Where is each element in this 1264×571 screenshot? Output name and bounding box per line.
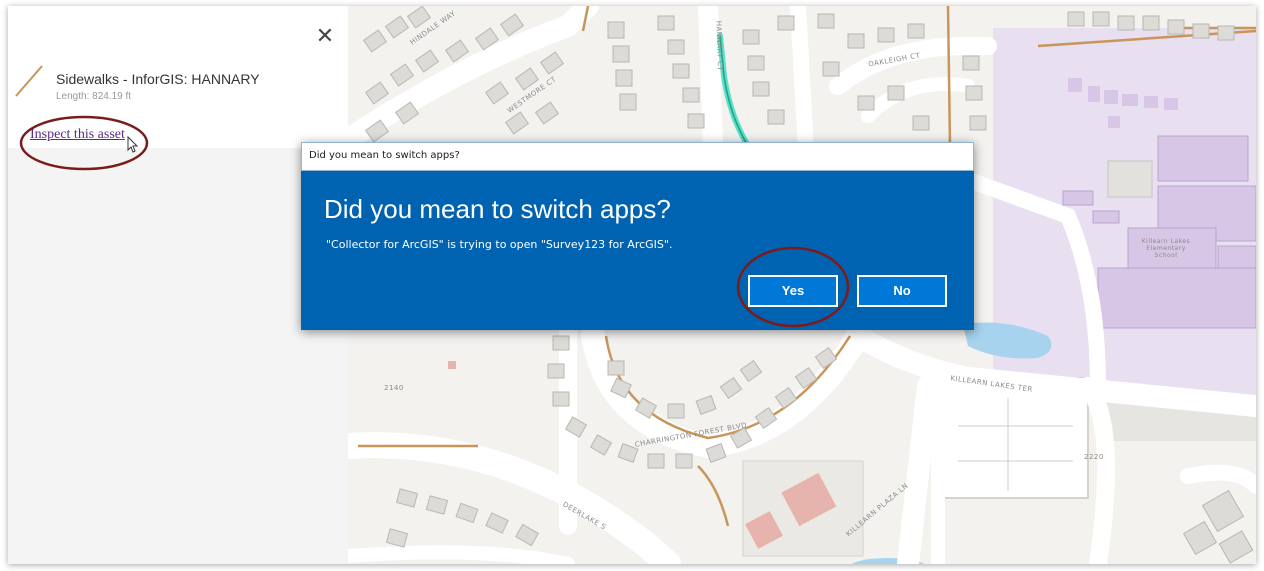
school-label: Killearn Lakes Elementary School — [1141, 238, 1191, 259]
no-button[interactable]: No — [857, 275, 947, 307]
dialog-heading: Did you mean to switch apps? — [324, 194, 671, 224]
switch-apps-dialog: Did you mean to switch apps? Did you mea… — [301, 142, 974, 330]
sidewalk-line-symbol-icon — [15, 65, 43, 97]
address-label-2140: 2140 — [384, 384, 404, 392]
inspect-asset-link[interactable]: Inspect this asset — [30, 127, 125, 143]
small-structure — [448, 361, 456, 369]
yes-button[interactable]: Yes — [748, 275, 838, 307]
dialog-message: "Collector for ArcGIS" is trying to open… — [326, 238, 673, 251]
feature-panel: ✕ Sidewalks - InforGIS: HANNARY Length: … — [8, 6, 348, 564]
feature-title: Sidewalks - InforGIS: HANNARY — [56, 71, 260, 87]
address-label-2220: 2220 — [1084, 453, 1104, 461]
street-label-hannary-ct: Hannary Ct — [714, 20, 725, 72]
mouse-pointer-icon — [127, 136, 139, 153]
app-window: Hindale Way Westmore Ct Hannary Ct Oakle… — [8, 6, 1256, 564]
dialog-titlebar: Did you mean to switch apps? — [301, 142, 974, 171]
feature-length: Length: 824.19 ft — [56, 91, 132, 102]
dialog-titlebar-text: Did you mean to switch apps? — [309, 150, 460, 161]
close-panel-button[interactable]: ✕ — [314, 26, 336, 48]
